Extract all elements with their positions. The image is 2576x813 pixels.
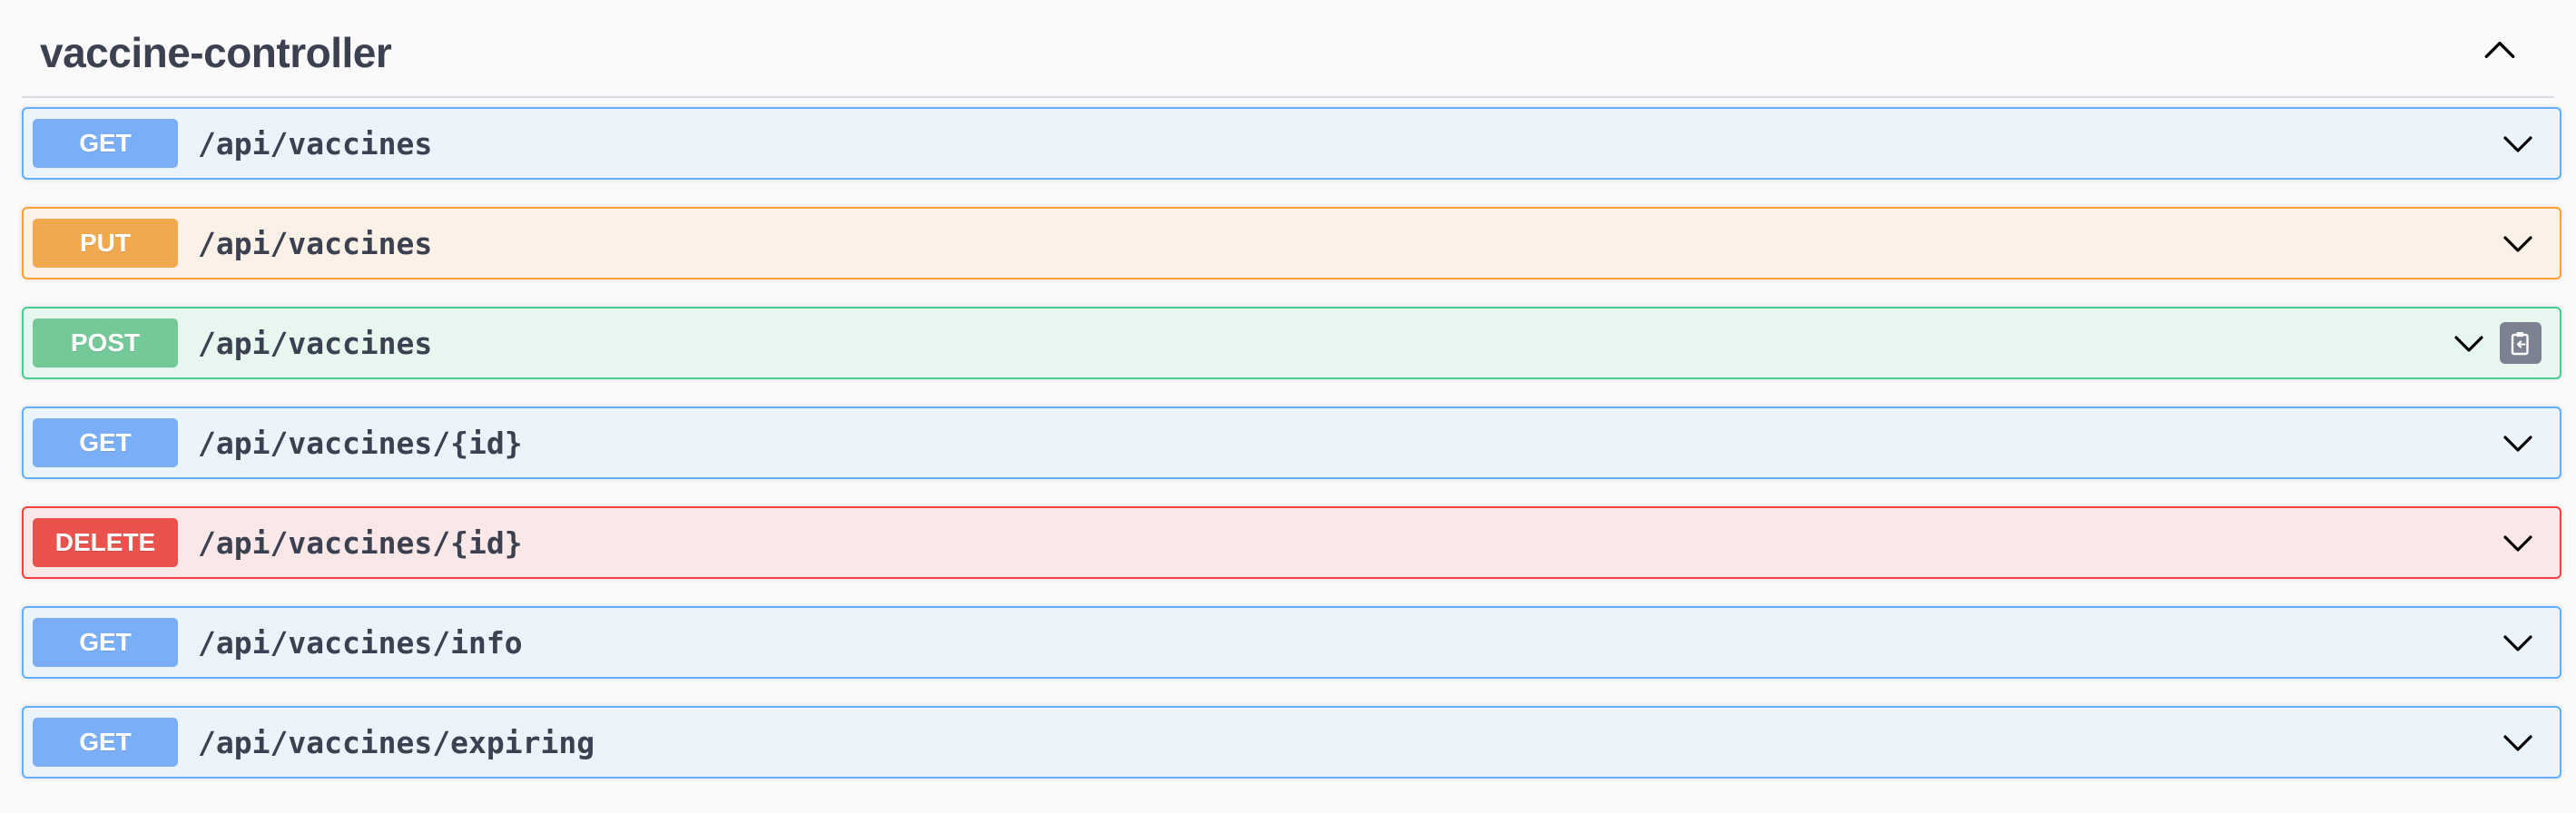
chevron-down-icon [2503,635,2532,651]
chevron-up-icon [2484,41,2515,58]
operation-put-vaccines[interactable]: PUT /api/vaccines [22,207,2561,279]
method-badge: GET [33,119,178,168]
chevron-down-icon [2503,535,2532,552]
expand-button[interactable] [2498,722,2538,762]
expand-button[interactable] [2498,622,2538,662]
chevron-down-icon [2503,735,2532,751]
operation-path: /api/vaccines [198,325,433,361]
expand-button[interactable] [2449,323,2489,363]
operation-path: /api/vaccines [198,125,433,162]
copy-to-clipboard-button[interactable] [2500,322,2542,364]
method-badge: PUT [33,219,178,268]
method-badge: GET [33,618,178,667]
chevron-down-icon [2503,436,2532,452]
operation-get-vaccines[interactable]: GET /api/vaccines [22,107,2561,180]
operation-get-vaccines-info[interactable]: GET /api/vaccines/info [22,606,2561,679]
method-badge: POST [33,318,178,367]
chevron-down-icon [2503,136,2532,152]
tag-title[interactable]: vaccine-controller [40,27,392,78]
operation-post-vaccines[interactable]: POST /api/vaccines [22,307,2561,379]
operation-path: /api/vaccines [198,225,433,261]
clipboard-copy-icon [2511,332,2529,356]
method-badge: GET [33,718,178,767]
operation-get-vaccine-by-id[interactable]: GET /api/vaccines/{id} [22,406,2561,479]
expand-button[interactable] [2498,523,2538,563]
operation-delete-vaccine-by-id[interactable]: DELETE /api/vaccines/{id} [22,506,2561,579]
method-badge: DELETE [33,518,178,567]
operation-path: /api/vaccines/{id} [198,425,523,461]
swagger-tag-section: vaccine-controller GET /api/vaccines PUT… [0,0,2576,813]
operation-path: /api/vaccines/info [198,624,523,661]
method-badge: GET [33,418,178,467]
operation-get-vaccines-expiring[interactable]: GET /api/vaccines/expiring [22,706,2561,779]
operation-path: /api/vaccines/expiring [198,724,595,760]
tag-header[interactable]: vaccine-controller [22,0,2554,98]
expand-button[interactable] [2498,223,2538,263]
expand-button[interactable] [2498,123,2538,163]
collapse-button[interactable] [2476,27,2523,74]
chevron-down-icon [2503,236,2532,252]
chevron-down-icon [2454,336,2483,352]
operation-path: /api/vaccines/{id} [198,524,523,561]
expand-button[interactable] [2498,423,2538,463]
